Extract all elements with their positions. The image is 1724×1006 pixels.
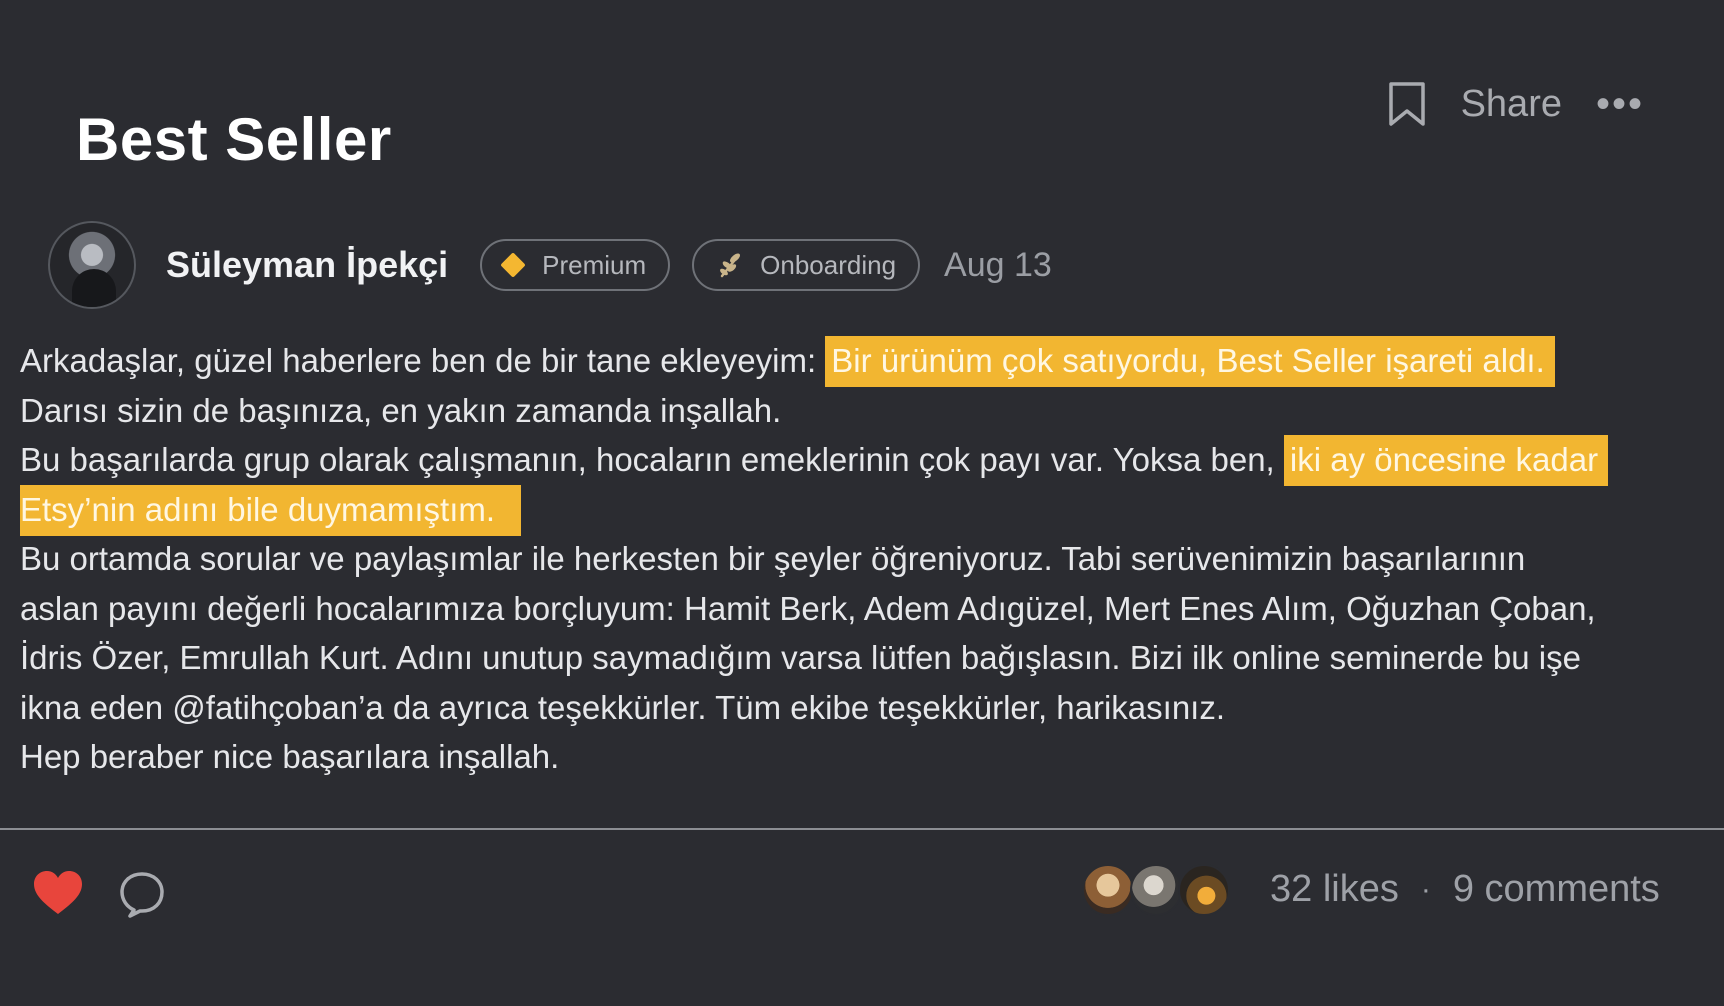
avatar xyxy=(1178,864,1230,916)
comments-count[interactable]: 9 comments xyxy=(1453,868,1660,911)
comment-icon[interactable] xyxy=(118,870,166,923)
heart-icon[interactable] xyxy=(32,870,84,921)
likes-count[interactable]: 32 likes xyxy=(1270,868,1399,911)
highlighted-text: Etsy’nin adını bile duymamıştım. xyxy=(20,484,522,536)
liker-avatars[interactable] xyxy=(1082,864,1230,916)
post-title: Best Seller xyxy=(76,106,392,173)
post-paragraph: Bu başarılarda grup olarak çalışmanın, h… xyxy=(20,435,1710,486)
post-paragraph: Darısı sizin de başınıza, en yakın zaman… xyxy=(20,391,782,429)
more-icon[interactable]: ••• xyxy=(1596,84,1644,124)
author-row: Süleyman İpekçi Premium Onboarding Aug 1… xyxy=(48,220,1052,310)
post-paragraph: aslan payını değerli hocalarımıza borçlu… xyxy=(20,589,1596,627)
premium-badge-label: Premium xyxy=(542,249,647,280)
premium-badge[interactable]: Premium xyxy=(480,239,671,291)
highlighted-text: Bir ürünüm çok satıyordu, Best Seller iş… xyxy=(825,336,1555,387)
post-date: Aug 13 xyxy=(944,245,1052,284)
highlighted-text: iki ay öncesine kadar xyxy=(1283,435,1609,486)
post-paragraph: Arkadaşlar, güzel haberlere ben de bir t… xyxy=(20,336,1710,387)
onboarding-badge-label: Onboarding xyxy=(760,249,897,280)
post-body: Arkadaşlar, güzel haberlere ben de bir t… xyxy=(20,336,1710,782)
onboarding-badge[interactable]: Onboarding xyxy=(692,239,921,291)
post-paragraph: Etsy’nin adını bile duymamıştım. xyxy=(20,484,1710,536)
avatar xyxy=(1130,864,1182,916)
post-paragraph: ikna eden @fatihçoban’a da ayrıca teşekk… xyxy=(20,688,1226,726)
bookmark-icon[interactable] xyxy=(1387,81,1427,127)
post-actions: Share ••• xyxy=(1387,76,1644,132)
post-text: Arkadaşlar, güzel haberlere ben de bir t… xyxy=(20,342,826,379)
share-button[interactable]: Share xyxy=(1461,83,1562,126)
sprout-icon xyxy=(716,250,746,280)
diamond-icon xyxy=(500,252,526,278)
post-paragraph: Hep beraber nice başarılara inşallah. xyxy=(20,738,560,775)
stats-separator: · xyxy=(1420,872,1431,906)
post-text: Bu başarılarda grup olarak çalışmanın, h… xyxy=(20,441,1284,478)
post-paragraph: Bu ortamda sorular ve paylaşımlar ile he… xyxy=(20,540,1526,577)
post-stats: 32 likes · 9 comments xyxy=(1270,868,1660,911)
avatar xyxy=(1082,864,1134,916)
avatar[interactable] xyxy=(48,221,136,309)
post-paragraph: İdris Özer, Emrullah Kurt. Adını unutup … xyxy=(20,639,1581,676)
author-name[interactable]: Süleyman İpekçi xyxy=(166,244,448,286)
divider xyxy=(0,828,1724,830)
post-footer: 32 likes · 9 comments xyxy=(0,860,1724,926)
